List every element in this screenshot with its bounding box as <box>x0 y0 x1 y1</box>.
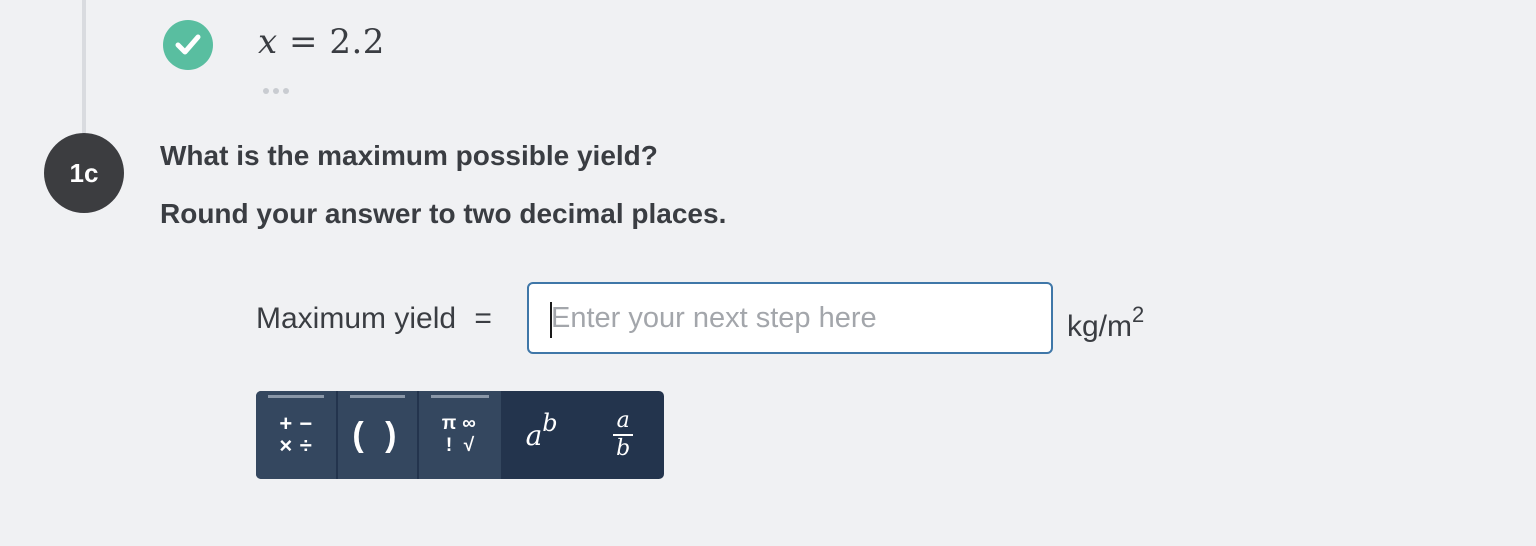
parentheses-tab-button[interactable]: ( ) <box>337 391 420 479</box>
previous-answer-equals: = <box>289 22 318 62</box>
math-keypad-toolbar: + − × ÷ ( ) π ∞ ! √ ab a b <box>256 391 664 479</box>
symbols-tab-button[interactable]: π ∞ ! √ <box>419 391 501 479</box>
symbols-icon: π ∞ ! √ <box>441 413 476 456</box>
step-badge: 1c <box>44 133 124 213</box>
instruction-text: Round your answer to two decimal places. <box>160 198 727 229</box>
step-complete-check-icon <box>163 20 213 70</box>
step-timeline-rail <box>82 0 86 134</box>
text-cursor <box>550 302 552 338</box>
fraction-icon: a b <box>613 410 634 460</box>
answer-input[interactable] <box>527 282 1053 354</box>
exponent-button[interactable]: ab <box>501 391 583 479</box>
unit-text: kg/m <box>1067 310 1133 343</box>
previous-answer-variable: x <box>258 22 278 62</box>
answer-unit: kg/m2 <box>1067 302 1144 344</box>
exponent-icon: ab <box>525 408 558 452</box>
operators-icon: + − × ÷ <box>279 411 313 458</box>
parentheses-icon: ( ) <box>352 415 403 454</box>
previous-step-answer: x = 2.2 <box>258 22 385 62</box>
question-text: What is the maximum possible yield? <box>160 140 658 171</box>
more-options-icon[interactable] <box>263 88 289 94</box>
fraction-button[interactable]: a b <box>582 391 664 479</box>
answer-label: Maximum yield = <box>256 302 492 336</box>
answer-equals-sign: = <box>474 302 492 335</box>
answer-label-text: Maximum yield <box>256 302 457 335</box>
operators-tab-button[interactable]: + − × ÷ <box>256 391 338 479</box>
unit-exponent: 2 <box>1132 302 1145 327</box>
previous-answer-value: 2.2 <box>329 22 385 62</box>
